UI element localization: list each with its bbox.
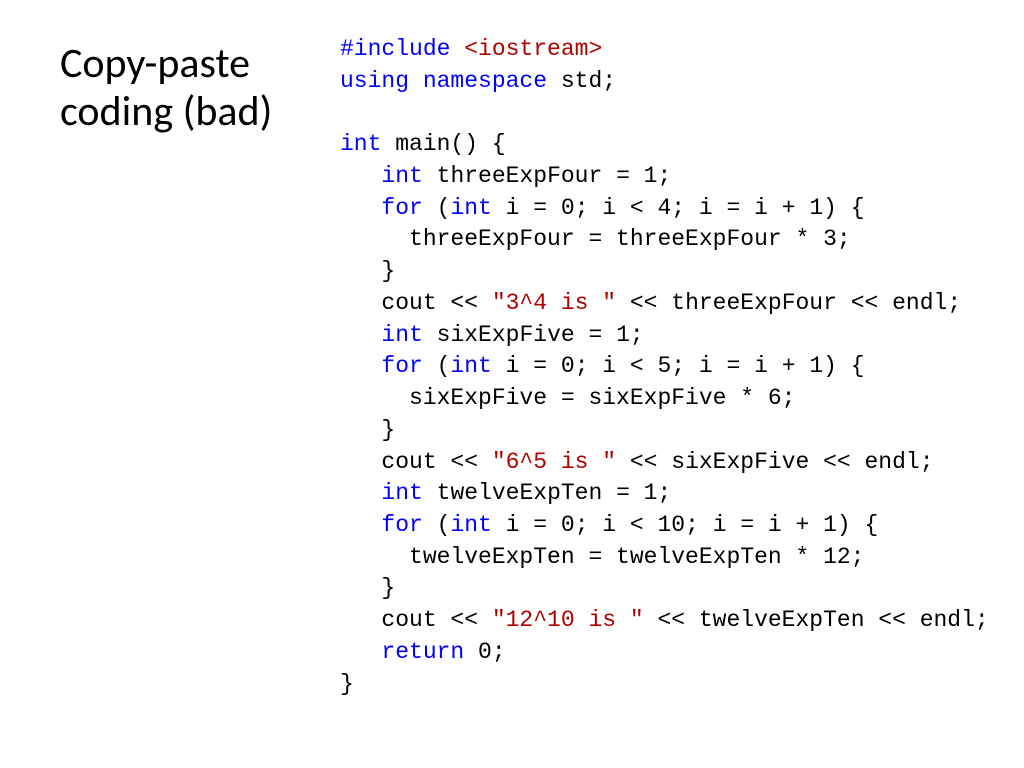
code-token: #include	[340, 36, 464, 62]
code-token: threeExpFour = threeExpFour * 3;	[340, 226, 851, 252]
code-token: return	[381, 639, 464, 665]
code-token: twelveExpTen = 1;	[423, 480, 671, 506]
code-token	[340, 195, 381, 221]
slide-title: Copy-paste coding (bad)	[60, 40, 320, 137]
code-token	[340, 639, 381, 665]
code-token	[340, 353, 381, 379]
code-token: i = 0; i < 10; i = i + 1) {	[492, 512, 878, 538]
code-token: (	[423, 195, 451, 221]
code-token: std;	[547, 68, 616, 94]
code-token: << threeExpFour << endl;	[616, 290, 961, 316]
code-token	[340, 480, 381, 506]
code-token: (	[423, 512, 451, 538]
code-token: int	[381, 163, 422, 189]
code-token: cout <<	[340, 449, 492, 475]
code-token: int	[340, 131, 381, 157]
code-token	[340, 322, 381, 348]
code-token: int	[381, 480, 422, 506]
code-token: "12^10 is "	[492, 607, 644, 633]
code-token: int	[381, 322, 422, 348]
code-token: }	[340, 417, 395, 443]
code-token: cout <<	[340, 607, 492, 633]
code-token: using namespace	[340, 68, 547, 94]
code-token: }	[340, 671, 354, 697]
code-token: "3^4 is "	[492, 290, 616, 316]
code-token: twelveExpTen = twelveExpTen * 12;	[340, 544, 865, 570]
code-token: int	[450, 195, 491, 221]
code-token: for	[381, 353, 422, 379]
code-token: main() {	[381, 131, 505, 157]
code-token: }	[340, 258, 395, 284]
code-token: sixExpFive = sixExpFive * 6;	[340, 385, 795, 411]
code-token: int	[450, 353, 491, 379]
code-token: i = 0; i < 4; i = i + 1) {	[492, 195, 865, 221]
code-token	[340, 512, 381, 538]
code-token: (	[423, 353, 451, 379]
code-token: <iostream>	[464, 36, 602, 62]
code-token: for	[381, 195, 422, 221]
code-token: int	[450, 512, 491, 538]
code-token: for	[381, 512, 422, 538]
code-token: cout <<	[340, 290, 492, 316]
code-token: i = 0; i < 5; i = i + 1) {	[492, 353, 865, 379]
code-token: "6^5 is "	[492, 449, 616, 475]
code-token: << twelveExpTen << endl;	[644, 607, 989, 633]
code-token: 0;	[464, 639, 505, 665]
code-token	[340, 163, 381, 189]
code-block: #include <iostream> using namespace std;…	[340, 34, 989, 700]
code-token: }	[340, 575, 395, 601]
code-token: threeExpFour = 1;	[423, 163, 671, 189]
code-token: sixExpFive = 1;	[423, 322, 644, 348]
slide: Copy-paste coding (bad) #include <iostre…	[0, 0, 1024, 768]
code-token: << sixExpFive << endl;	[616, 449, 933, 475]
